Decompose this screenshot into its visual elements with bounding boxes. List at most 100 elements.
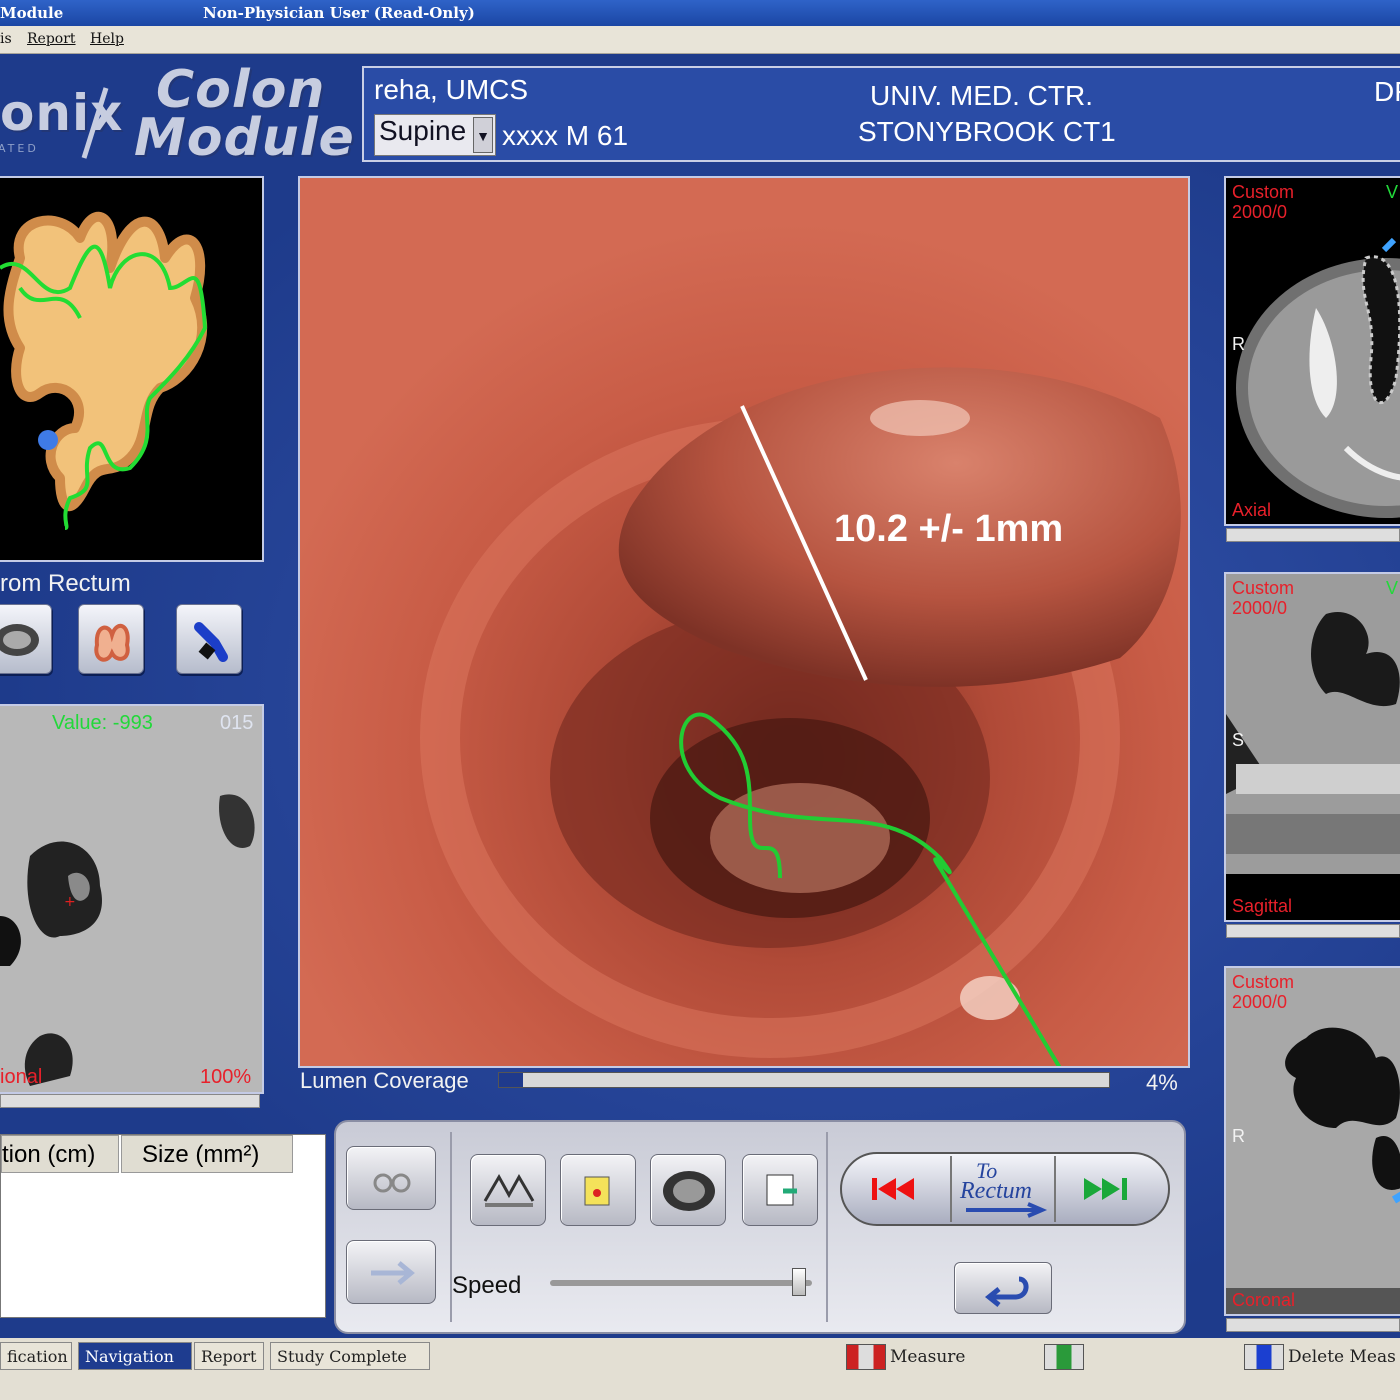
binoculars-icon xyxy=(373,1173,411,1193)
axial-scrollbar[interactable] xyxy=(1226,528,1400,542)
measure-icon[interactable] xyxy=(846,1344,886,1370)
svg-text:+: + xyxy=(64,894,76,910)
tab-identification[interactable]: fication xyxy=(0,1342,72,1370)
colon-map-icon xyxy=(94,623,130,662)
position-select[interactable]: Supine ▼ xyxy=(374,114,496,156)
patient-header: reha, UMCS Supine ▼ xxxx M 61 UNIV. MED.… xyxy=(362,66,1400,162)
sagittal-ct-image xyxy=(1226,574,1400,920)
speed-slider-thumb[interactable] xyxy=(791,1268,806,1296)
mpr-small-view[interactable]: + Value: -993 015 ional 100% xyxy=(0,704,264,1094)
return-arrow-icon xyxy=(984,1276,1029,1307)
header-right-fragment: DF xyxy=(1374,76,1400,107)
brand-sub-fragment: ATED xyxy=(0,142,39,155)
coronal-window-values: 2000/0 xyxy=(1232,992,1288,1012)
sagittal-window-values: 2000/0 xyxy=(1232,598,1288,618)
patient-demographics: xxxx M 61 xyxy=(502,120,629,151)
to-rectum-line2: Rectum xyxy=(960,1178,1032,1204)
sagittal-scrollbar[interactable] xyxy=(1226,924,1400,938)
app-title: Module xyxy=(0,4,64,22)
column-header-location[interactable]: tion (cm) xyxy=(1,1135,119,1173)
to-rectum-button[interactable]: To Rectum xyxy=(950,1156,1056,1222)
measure-label: Measure xyxy=(890,1347,966,1367)
zoom-label: 100% xyxy=(200,1066,252,1088)
sagittal-window-name: Custom xyxy=(1232,578,1295,598)
colon-lumen-render xyxy=(300,178,1188,1066)
axial-orientation: R xyxy=(1232,334,1245,354)
forward-arrow-button[interactable] xyxy=(346,1240,436,1304)
colon-map-button[interactable] xyxy=(78,604,144,674)
colon-overview-panel[interactable] xyxy=(0,176,264,562)
ct-slice-icon xyxy=(663,1171,715,1211)
axial-view[interactable]: Custom 2000/0 V R Axial xyxy=(1224,176,1400,526)
marker-icon xyxy=(584,1176,610,1206)
tab-study-complete[interactable]: Study Complete xyxy=(270,1342,430,1370)
logo: onix ATED Colon Module xyxy=(0,60,354,168)
axial-slice-icon xyxy=(0,624,39,656)
institution-line1: UNIV. MED. CTR. xyxy=(870,80,1093,111)
sagittal-plane-label: Sagittal xyxy=(1232,896,1293,916)
polyp-measurement: 10.2 +/- 1mm xyxy=(834,508,1064,550)
menu-item-report[interactable]: Report xyxy=(27,31,76,47)
axial-ct-image xyxy=(1236,237,1400,518)
menu-bar: is Report Help xyxy=(0,26,1400,54)
endoscope-path-icon xyxy=(483,1173,535,1207)
column-header-size[interactable]: Size (mm²) xyxy=(121,1135,293,1173)
navigation-control-panel: Speed To Rectum xyxy=(334,1120,1186,1334)
speed-label: Speed xyxy=(452,1272,522,1299)
axial-slice-button[interactable] xyxy=(650,1154,726,1226)
endoscope-icon xyxy=(194,622,228,662)
mpr-small-scrollbar[interactable] xyxy=(0,1094,260,1108)
sagittal-view[interactable]: Custom 2000/0 V S Sagittal xyxy=(1224,572,1400,922)
patient-name: reha, UMCS xyxy=(374,74,529,105)
binoculars-button[interactable] xyxy=(346,1146,436,1210)
endoluminal-view[interactable]: 10.2 +/- 1mm xyxy=(298,176,1190,1068)
delete-measure-label: Delete Meas xyxy=(1288,1347,1396,1367)
rewind-icon xyxy=(872,1178,914,1200)
menu-item-tools[interactable]: is xyxy=(0,31,12,47)
chevron-down-icon[interactable]: ▼ xyxy=(473,117,493,153)
lumen-coverage-label: Lumen Coverage xyxy=(300,1068,469,1093)
toggle-icon[interactable] xyxy=(1044,1344,1084,1370)
return-button[interactable] xyxy=(954,1262,1052,1314)
position-value: Supine xyxy=(379,115,467,146)
axial-window-name: Custom xyxy=(1232,182,1295,202)
rewind-button[interactable] xyxy=(848,1156,948,1222)
user-mode-label: Non-Physician User (Read-Only) xyxy=(203,4,475,22)
colon-map-image xyxy=(0,211,208,530)
coronal-view[interactable]: Custom 2000/0 R Coronal xyxy=(1224,966,1400,1316)
export-button[interactable] xyxy=(742,1154,818,1226)
plane-label: ional xyxy=(0,1066,43,1088)
delete-measure-icon[interactable] xyxy=(1244,1344,1284,1370)
divider xyxy=(826,1132,828,1322)
lumen-coverage-fill xyxy=(499,1073,524,1087)
axial-window-values: 2000/0 xyxy=(1232,202,1288,222)
tab-navigation[interactable]: Navigation xyxy=(78,1342,192,1370)
marker-button[interactable] xyxy=(560,1154,636,1226)
overview-label: rom Rectum xyxy=(0,570,131,597)
fast-forward-icon xyxy=(1084,1178,1127,1200)
fast-forward-button[interactable] xyxy=(1058,1156,1158,1222)
coronal-plane-label: Coronal xyxy=(1232,1290,1296,1310)
coronal-window-name: Custom xyxy=(1232,972,1295,992)
lumen-coverage-percent: 4% xyxy=(1146,1070,1178,1095)
axial-view-button[interactable] xyxy=(0,604,52,674)
menu-item-help[interactable]: Help xyxy=(90,31,124,47)
slice-number: 015 xyxy=(220,712,254,734)
module-title-line2: Module xyxy=(134,108,355,168)
lumen-coverage-bar xyxy=(498,1072,1110,1088)
axial-plane-label: Axial xyxy=(1232,500,1272,520)
endoscope-button[interactable] xyxy=(176,604,242,674)
arrow-right-icon xyxy=(966,1202,1048,1218)
hu-value-label: Value: -993 xyxy=(52,712,153,734)
coronal-scrollbar[interactable] xyxy=(1226,1318,1400,1332)
ct-slice-image: + xyxy=(0,706,262,1092)
sagittal-corner-label: V xyxy=(1386,578,1399,598)
sagittal-orientation: S xyxy=(1232,730,1245,750)
speed-slider-track[interactable] xyxy=(550,1280,812,1286)
tab-report[interactable]: Report xyxy=(194,1342,264,1370)
findings-table[interactable]: tion (cm) Size (mm²) xyxy=(0,1134,326,1318)
flythrough-view-button[interactable] xyxy=(470,1154,546,1226)
coronal-orientation: R xyxy=(1232,1126,1245,1146)
axial-corner-label: V xyxy=(1386,182,1399,202)
title-bar: Module Non-Physician User (Read-Only) xyxy=(0,0,1400,26)
